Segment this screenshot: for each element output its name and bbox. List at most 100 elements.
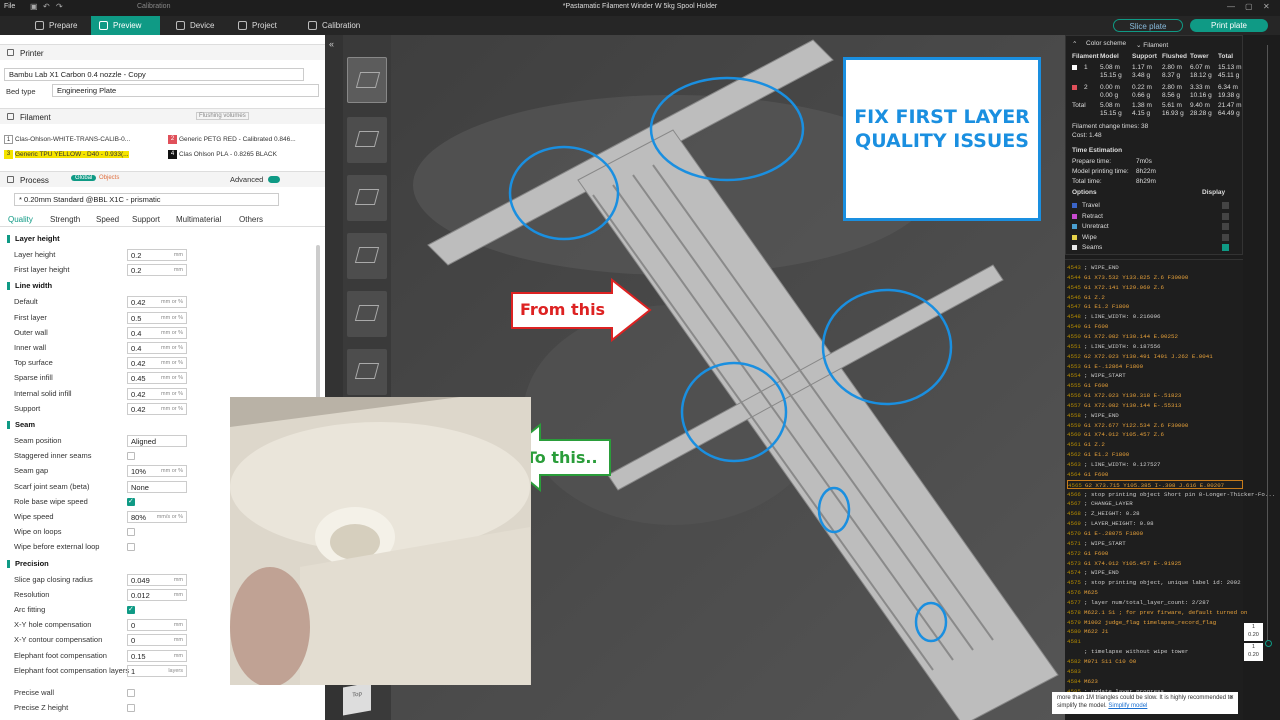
simplify-model-link[interactable]: Simplify model (1108, 703, 1147, 709)
tab-calibration[interactable]: Calibration (300, 16, 380, 35)
gcode-line[interactable]: 4578 M622.1 S1 ; for prev firware, defaul… (1067, 608, 1248, 618)
slice-plate-button[interactable]: Slice plate (1113, 19, 1183, 32)
setting-input[interactable]: 0.4 mm or % (127, 342, 187, 354)
setting-input[interactable]: 0 mm (127, 619, 187, 632)
gcode-line[interactable]: 4553 G1 E-.12864 F1800 (1067, 362, 1243, 372)
setting-input[interactable]: 0.2 mm (127, 264, 187, 277)
maximize-icon[interactable]: ▢ (1245, 2, 1253, 11)
option-display-checkbox[interactable] (1222, 244, 1229, 251)
setting-input[interactable]: 0.012 mm (127, 588, 187, 601)
gcode-line[interactable]: 4579 M1002 judge_flag timelapse_record_fl… (1067, 618, 1243, 628)
gcode-line[interactable]: 4550 G1 X72.082 Y130.144 E.00252 (1067, 332, 1243, 342)
setting-input[interactable]: None (127, 480, 187, 493)
setting-input[interactable]: 10% mm or % (127, 465, 187, 478)
filament-slot-3[interactable]: 3 Generic TPU YELLOW - D40 - 0.933(... (4, 149, 129, 161)
tab-others[interactable]: Others (239, 215, 263, 224)
gcode-line[interactable]: 4574; WIPE_END (1067, 568, 1243, 578)
object-thumbnail[interactable] (347, 291, 387, 337)
tab-device[interactable]: Device (168, 16, 228, 35)
filament-slot-4[interactable]: 4 Clas Ohlson PLA - 0.8265 BLACK (168, 149, 277, 161)
gcode-line[interactable]: 4571; WIPE_START (1067, 539, 1243, 549)
gcode-viewer[interactable]: 4543; WIPE_END 4544 G1 X73.532 Y133.825 Z.… (1065, 259, 1275, 720)
option-display-checkbox[interactable] (1222, 212, 1229, 220)
option-display-checkbox[interactable] (1222, 202, 1229, 209)
object-thumbnail[interactable] (347, 117, 387, 163)
gcode-line[interactable]: 4584 M623 (1067, 677, 1243, 687)
gcode-line[interactable]: 4570 G1 E-.28075 F1800 (1067, 529, 1243, 539)
tab-quality[interactable]: Quality (8, 215, 33, 224)
objects-toggle[interactable]: Objects (99, 175, 119, 181)
gcode-line[interactable]: 4566; stop printing object Short pin 8-L… (1067, 490, 1275, 500)
setting-input[interactable]: 0.4 mm or % (127, 326, 187, 339)
setting-input[interactable]: 0.45 mm or % (127, 372, 187, 385)
process-preset-select[interactable]: * 0.20mm Standard @BBL X1C - prismatic (14, 193, 279, 206)
gcode-line[interactable]: 4583 (1067, 667, 1243, 677)
gcode-line[interactable]: 4576 M625 (1067, 588, 1243, 598)
setting-checkbox[interactable] (127, 704, 135, 713)
gcode-line[interactable]: 4551; LINE_WIDTH: 0.187556 (1067, 342, 1243, 352)
gcode-line[interactable]: 4564 G1 F600 (1067, 470, 1243, 480)
setting-input[interactable]: 0.5 mm or % (127, 311, 187, 324)
plate-thumbnail[interactable] (347, 57, 387, 103)
tab-support[interactable]: Support (132, 215, 160, 224)
gcode-line[interactable]: 4543; WIPE_END (1067, 263, 1243, 273)
gcode-line[interactable]: 4562 G1 E1.2 F1800 (1067, 450, 1243, 460)
minimize-icon[interactable]: — (1227, 2, 1235, 11)
setting-input[interactable]: 0 mm (127, 634, 187, 647)
gcode-line[interactable]: 4581 (1067, 637, 1243, 647)
gcode-line[interactable]: 4554; WIPE_START (1067, 371, 1243, 381)
printer-select[interactable]: Bambu Lab X1 Carbon 0.4 nozzle - Copy (4, 68, 304, 81)
flushing-volumes-button[interactable]: Flushing volumes (196, 112, 249, 120)
view-cube[interactable]: Top (343, 682, 371, 716)
tab-preview[interactable]: Preview (91, 16, 160, 35)
close-notification-icon[interactable]: ✕ (1229, 694, 1234, 702)
gcode-line[interactable]: 4548; LINE_WIDTH: 0.216096 (1067, 312, 1243, 322)
gcode-line[interactable]: 4547 G1 E1.2 F1800 (1067, 302, 1243, 312)
gcode-line[interactable]: 4546 G1 Z.2 (1067, 293, 1243, 303)
setting-checkbox[interactable] (127, 689, 135, 697)
setting-checkbox[interactable] (127, 605, 135, 614)
collapse-panel-icon[interactable]: « (329, 39, 334, 49)
gcode-line[interactable]: 4561 G1 Z.2 (1067, 440, 1243, 450)
gcode-line[interactable]: 4569; LAYER_HEIGHT: 0.08 (1067, 519, 1243, 529)
setting-input[interactable]: 0.42 mm or % (127, 296, 187, 309)
gcode-line[interactable]: 4582 M971 S11 C10 O0 (1067, 657, 1243, 667)
gcode-line[interactable]: 4552 G2 X72.023 Y130.491 I491 J.262 E.004… (1067, 352, 1243, 362)
setting-input[interactable]: 0.049 mm (127, 573, 187, 586)
gcode-line[interactable]: 4572 G1 F600 (1067, 549, 1243, 559)
setting-input[interactable]: 0.42 mm or % (127, 387, 187, 400)
tab-project[interactable]: Project (230, 16, 296, 35)
setting-input[interactable]: Aligned (127, 435, 187, 447)
tab-strength[interactable]: Strength (50, 215, 80, 224)
global-toggle[interactable]: Global (71, 175, 97, 181)
object-thumbnail[interactable] (347, 349, 387, 395)
gcode-line[interactable]: 4565 G2 X73.715 Y105.385 I-.308 J.616 E.0… (1067, 479, 1243, 490)
gcode-line[interactable]: 4559 G1 X72.677 Y122.534 Z.6 F30000 (1067, 421, 1243, 431)
bed-type-select[interactable]: Engineering Plate (52, 84, 319, 97)
gcode-line[interactable]: 4568; Z_HEIGHT: 0.28 (1067, 509, 1243, 519)
setting-input[interactable]: 0.15 mm (127, 649, 187, 662)
gcode-line[interactable]: 4575; stop printing object, unique label… (1067, 578, 1243, 588)
gcode-line[interactable]: 4555 G1 F600 (1067, 381, 1243, 391)
gcode-line[interactable]: 4558; WIPE_END (1067, 411, 1243, 421)
collapse-legend-icon[interactable]: ⌃ (1072, 40, 1077, 48)
tab-speed[interactable]: Speed (96, 215, 119, 224)
gcode-line[interactable]: 4549 G1 F600 (1067, 322, 1243, 332)
object-thumbnail[interactable] (347, 175, 387, 221)
color-scheme-select[interactable]: ⌄ Filament (1136, 41, 1168, 49)
setting-checkbox[interactable] (127, 497, 135, 506)
setting-input[interactable]: 0.2 mm (127, 249, 187, 261)
setting-input[interactable]: 80% mm/s or % (127, 511, 187, 523)
layer-slider-handle[interactable] (1265, 640, 1272, 647)
gcode-line[interactable]: 4556 G1 X72.023 Y130.318 E-.51823 (1067, 391, 1243, 401)
setting-input[interactable]: 0.42 mm or % (127, 402, 187, 415)
gcode-line[interactable]: 4580 M622 J1 (1067, 627, 1243, 637)
filament-slot-1[interactable]: 1 Clas-Ohlson-WHITE-TRANS-CALIB-0... (4, 134, 130, 146)
tab-multimaterial[interactable]: Multimaterial (176, 215, 221, 224)
gcode-line[interactable]: 4567; CHANGE_LAYER (1067, 499, 1243, 509)
advanced-toggle[interactable] (268, 176, 280, 183)
gcode-line[interactable]: 4557 G1 X72.082 Y130.144 E-.55313 (1067, 401, 1243, 411)
close-icon[interactable]: ✕ (1263, 2, 1270, 11)
setting-checkbox[interactable] (127, 528, 135, 537)
setting-input[interactable]: 0.42 mm or % (127, 357, 187, 370)
